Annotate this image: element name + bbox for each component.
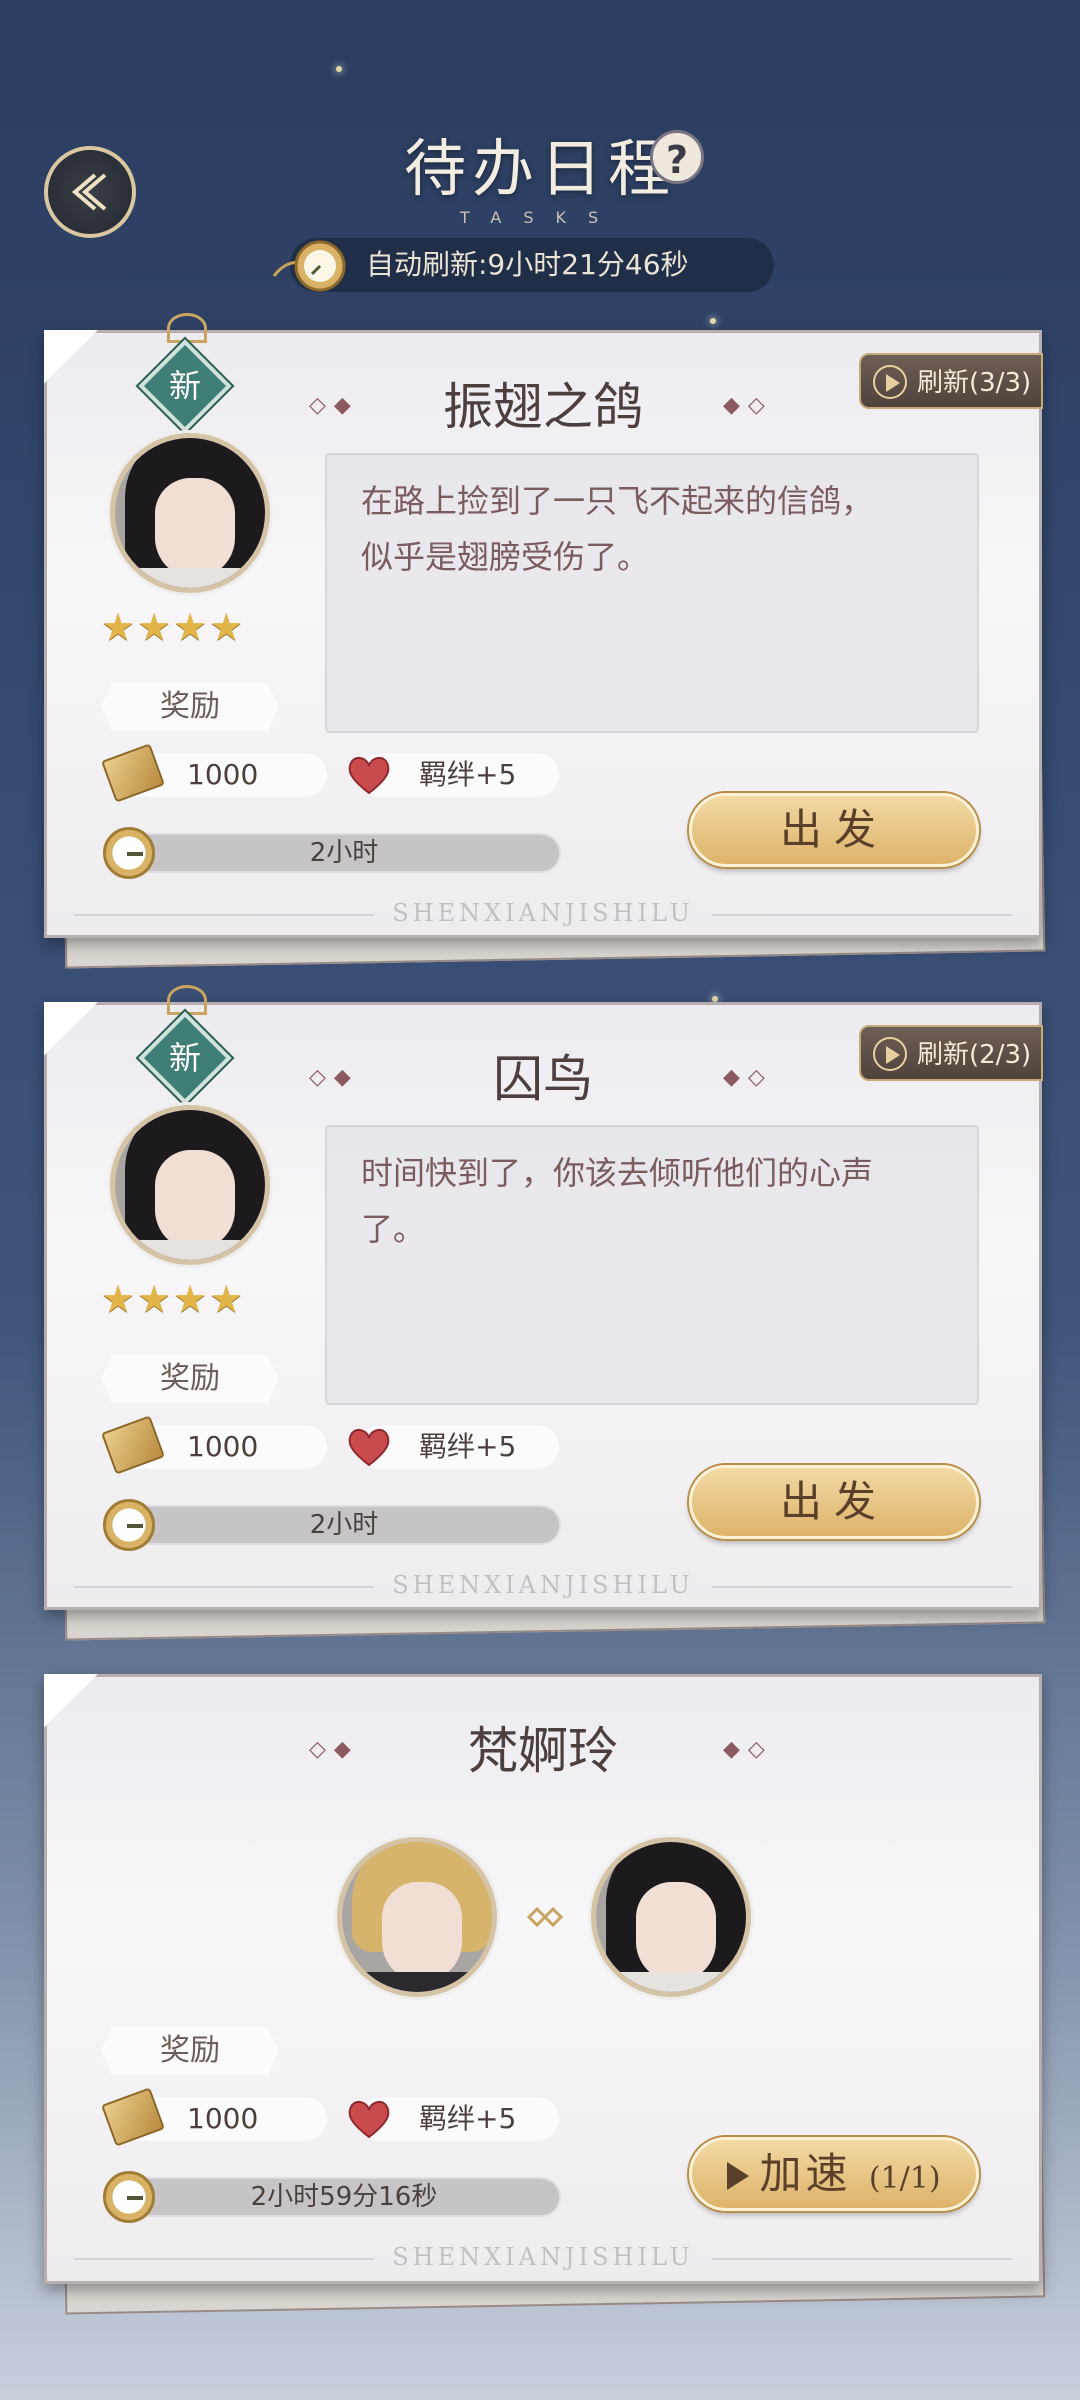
speed-up-button[interactable]: 加速 (1/1) bbox=[689, 2137, 979, 2211]
depart-button[interactable]: 出发 bbox=[689, 793, 979, 867]
character-avatar[interactable] bbox=[110, 433, 270, 593]
sparkle-decoration bbox=[710, 318, 716, 324]
badge-knot bbox=[167, 313, 207, 343]
title-ornament-right: ◆◇ bbox=[723, 1737, 773, 1762]
star-rating: ★★★★ bbox=[101, 605, 246, 649]
speed-up-label: 加速 bbox=[759, 2149, 852, 2198]
play-icon bbox=[873, 1037, 907, 1071]
play-icon bbox=[873, 365, 907, 399]
page-subtitle: TASKS bbox=[459, 208, 621, 227]
character-avatar[interactable] bbox=[110, 1105, 270, 1265]
play-icon bbox=[727, 2162, 750, 2190]
card-footer: SHENXIANJISHILU bbox=[47, 1571, 1039, 1599]
reward-label: 奖励 bbox=[101, 683, 279, 731]
character-avatar[interactable] bbox=[337, 1837, 497, 1997]
card-footer: SHENXIANJISHILU bbox=[47, 899, 1039, 927]
link-icon bbox=[526, 1906, 564, 1928]
heart-icon bbox=[348, 2101, 390, 2139]
task-card: 新 ◇◆ 振翅之鸽 ◆◇ 刷新(3/3) ★★★★ 在路上捡到了一只飞不起来的信… bbox=[44, 313, 1043, 938]
help-icon[interactable]: ? bbox=[650, 130, 704, 184]
pocket-watch-icon bbox=[103, 1499, 155, 1551]
depart-button[interactable]: 出发 bbox=[689, 1465, 979, 1539]
card-footer: SHENXIANJISHILU bbox=[47, 2243, 1039, 2271]
task-card: 新 ◇◆ 囚鸟 ◆◇ 刷新(2/3) ★★★★ 时间快到了，你该去倾听他们的心声… bbox=[44, 985, 1043, 1610]
pocket-watch-icon bbox=[103, 2171, 155, 2223]
pocket-watch-icon bbox=[103, 827, 155, 879]
pocket-watch-icon bbox=[272, 240, 346, 292]
countdown-bar: 2小时59分16秒 bbox=[127, 2177, 561, 2217]
task-description: 在路上捡到了一只飞不起来的信鸽， 似乎是翅膀受伤了。 bbox=[361, 482, 874, 576]
refresh-button-label: 刷新(2/3) bbox=[917, 1040, 1032, 1070]
auto-refresh-timer: 自动刷新:9小时21分46秒 bbox=[290, 238, 774, 292]
star-rating: ★★★★ bbox=[101, 1277, 246, 1321]
speed-up-count: (1/1) bbox=[868, 2161, 941, 2196]
title-ornament-right: ◆◇ bbox=[723, 393, 773, 418]
page-header: 待办日程 TASKS bbox=[0, 118, 1080, 227]
task-title: 梵婀玲 bbox=[468, 1722, 618, 1780]
duration-bar: 2小时 bbox=[127, 833, 561, 873]
refresh-button[interactable]: 刷新(2/3) bbox=[859, 1025, 1043, 1081]
heart-icon bbox=[348, 1429, 390, 1467]
title-ornament-right: ◆◇ bbox=[723, 1065, 773, 1090]
character-avatar[interactable] bbox=[591, 1837, 751, 1997]
refresh-button-label: 刷新(3/3) bbox=[917, 368, 1032, 398]
page-title: 待办日程 bbox=[403, 132, 676, 205]
refresh-button[interactable]: 刷新(3/3) bbox=[859, 353, 1043, 409]
task-description: 时间快到了，你该去倾听他们的心声 了。 bbox=[361, 1154, 874, 1248]
reward-label: 奖励 bbox=[101, 2027, 279, 2075]
task-card: ◇◆ 梵婀玲 ◆◇ 奖励 1000 羁绊+5 2小时59分16秒 加速 (1/1… bbox=[44, 1674, 1042, 2284]
heart-icon bbox=[348, 757, 390, 795]
reward-label: 奖励 bbox=[101, 1355, 279, 1403]
badge-knot bbox=[167, 985, 207, 1015]
duration-bar: 2小时 bbox=[127, 1505, 561, 1545]
sparkle-decoration bbox=[336, 66, 342, 72]
